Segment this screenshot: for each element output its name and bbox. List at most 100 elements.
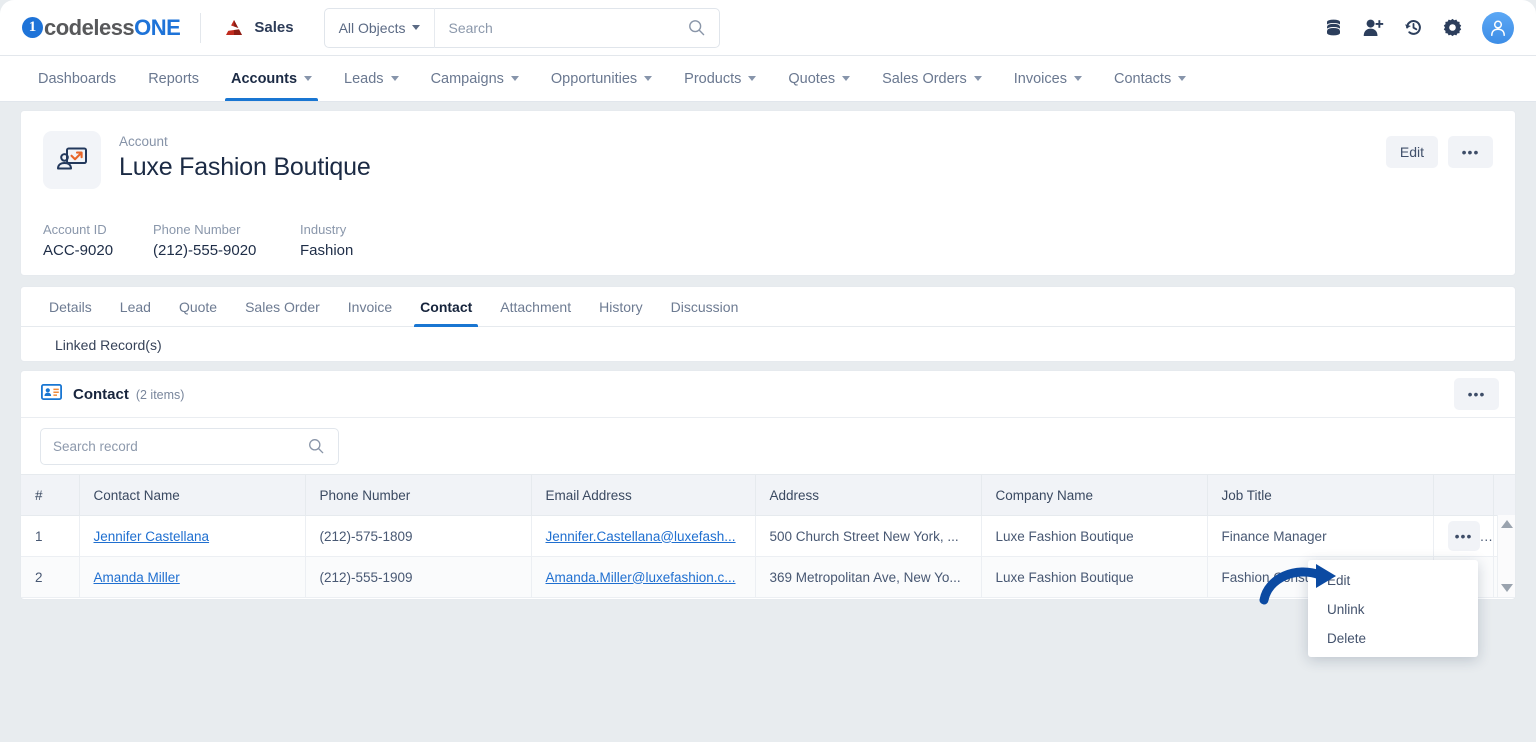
nav-item-contacts[interactable]: Contacts (1098, 56, 1202, 101)
tab-invoice[interactable]: Invoice (334, 287, 406, 326)
cell-company-name: Luxe Fashion Boutique (981, 556, 1208, 598)
chevron-down-icon (842, 76, 851, 81)
record-more-button[interactable]: ••• (1448, 136, 1493, 168)
email-address-link[interactable]: Amanda.Miller@luxefashion.c... (546, 570, 736, 585)
context-menu-item-edit[interactable]: Edit (1308, 566, 1478, 595)
column-header-phone-number[interactable]: Phone Number (305, 474, 532, 516)
tab-discussion[interactable]: Discussion (657, 287, 753, 326)
cell-job-title: Finance Manager (1207, 515, 1434, 557)
nav-item-campaigns[interactable]: Campaigns (415, 56, 535, 101)
scroll-up-arrow-icon[interactable] (1500, 520, 1513, 528)
column-header-contact-name[interactable]: Contact Name (79, 474, 306, 516)
column-header-scroll-pad (1493, 474, 1515, 516)
record-titles: Account Luxe Fashion Boutique (119, 131, 371, 182)
contact-panel-search-row (21, 418, 1515, 474)
contact-panel-more-button[interactable]: ••• (1454, 378, 1499, 410)
search-record-input[interactable] (41, 438, 308, 454)
tab-label: Invoice (347, 298, 393, 315)
table-vertical-scrollbar[interactable] (1497, 515, 1515, 597)
nav-item-accounts[interactable]: Accounts (215, 56, 328, 101)
tab-label: Details (49, 298, 92, 315)
brand-logo[interactable]: 1 codelessONE (0, 0, 200, 56)
table-row[interactable]: 2 Amanda Miller (212)-555-1909 Amanda.Mi… (21, 556, 1515, 598)
object-filter-select[interactable]: All Objects (325, 7, 436, 48)
tab-attachment[interactable]: Attachment (486, 287, 585, 326)
cell-phone-number: (212)-555-1909 (305, 556, 532, 598)
column-header-index[interactable]: # (21, 474, 80, 516)
global-search-bar: All Objects (323, 7, 720, 48)
brand-logo-text-b: ONE (134, 14, 181, 40)
nav-item-opportunities[interactable]: Opportunities (535, 56, 668, 101)
nav-item-label: Invoices (1013, 70, 1067, 87)
column-header-address[interactable]: Address (755, 474, 982, 516)
column-header-company-name[interactable]: Company Name (981, 474, 1208, 516)
field-label: Industry (300, 222, 347, 237)
nav-item-reports[interactable]: Reports (132, 56, 215, 101)
table-row[interactable]: 1 Jennifer Castellana (212)-575-1809 Jen… (21, 515, 1515, 557)
tab-details[interactable]: Details (35, 287, 106, 326)
tab-contact[interactable]: Contact (406, 287, 486, 327)
record-field-phone-number: Phone Number (212)-555-9020 (153, 222, 300, 259)
nav-item-quotes[interactable]: Quotes (772, 56, 866, 101)
context-menu-item-delete[interactable]: Delete (1308, 624, 1478, 653)
app-root: 1 codelessONE Sales All Objects Search D… (0, 0, 1536, 742)
contact-panel-item-count: (2 items) (135, 387, 185, 402)
tab-history[interactable]: History (585, 287, 657, 326)
cell-index: 2 (21, 556, 80, 598)
linked-records-label: Linked Record(s) (55, 336, 162, 353)
account-presentation-icon (43, 131, 101, 189)
brand-logo-text-a: codeless (44, 14, 135, 40)
nav-item-label: Quotes (788, 70, 836, 87)
gear-icon[interactable] (1443, 18, 1462, 37)
record-summary-fields: Account ID ACC-9020 Phone Number (212)-5… (43, 222, 1493, 259)
ellipsis-icon: ••• (1461, 144, 1480, 160)
user-avatar[interactable] (1482, 11, 1514, 44)
nav-item-label: Reports (148, 70, 199, 87)
nav-item-dashboards[interactable]: Dashboards (22, 56, 132, 101)
edit-button[interactable]: Edit (1385, 136, 1438, 168)
chevron-down-icon (1073, 76, 1082, 81)
app-switcher[interactable]: Sales (201, 0, 315, 56)
tab-quote[interactable]: Quote (165, 287, 231, 326)
field-value: ACC-9020 (43, 242, 114, 259)
row-actions-button[interactable]: ••• (1447, 521, 1480, 551)
database-icon[interactable] (1324, 18, 1343, 37)
cell-address: 500 Church Street New York, ... (755, 515, 982, 557)
context-menu-item-unlink[interactable]: Unlink (1308, 595, 1478, 624)
search-icon[interactable] (688, 19, 719, 36)
table-header-row: # Contact Name Phone Number Email Addres… (21, 474, 1515, 516)
search-icon[interactable] (308, 438, 338, 454)
nav-item-label: Dashboards (38, 70, 117, 87)
tab-label: Discussion (670, 298, 739, 315)
chevron-down-icon (390, 76, 399, 81)
email-address-link[interactable]: Jennifer.Castellana@luxefash... (546, 529, 736, 544)
record-header-top: Account Luxe Fashion Boutique Edit ••• (43, 131, 1493, 189)
nav-item-label: Opportunities (550, 70, 638, 87)
cell-index: 1 (21, 515, 80, 557)
record-type-label: Account (119, 134, 168, 149)
cell-address: 369 Metropolitan Ave, New Yo... (755, 556, 982, 598)
nav-item-invoices[interactable]: Invoices (998, 56, 1098, 101)
history-icon[interactable] (1404, 18, 1423, 37)
nav-item-products[interactable]: Products (668, 56, 772, 101)
tab-lead[interactable]: Lead (106, 287, 165, 326)
column-header-job-title[interactable]: Job Title (1207, 474, 1434, 516)
scroll-down-arrow-icon[interactable] (1500, 584, 1513, 592)
chevron-down-icon (973, 76, 982, 81)
tab-label: History (599, 298, 643, 315)
record-field-industry: Industry Fashion (300, 222, 440, 259)
nav-item-leads[interactable]: Leads (328, 56, 415, 101)
global-search-input[interactable] (435, 7, 688, 48)
nav-item-label: Sales Orders (882, 70, 967, 87)
tab-sales-order[interactable]: Sales Order (231, 287, 334, 326)
record-tabs-card: Details Lead Quote Sales Order Invoice C… (20, 286, 1516, 362)
contact-name-link[interactable]: Amanda Miller (94, 570, 180, 585)
contact-name-link[interactable]: Jennifer Castellana (94, 529, 210, 544)
column-header-actions (1433, 474, 1494, 516)
chevron-down-icon (644, 76, 653, 81)
column-header-email-address[interactable]: Email Address (531, 474, 756, 516)
nav-item-sales-orders[interactable]: Sales Orders (866, 56, 998, 101)
add-user-icon[interactable] (1363, 18, 1384, 37)
cell-phone-number: (212)-575-1809 (305, 515, 532, 557)
contact-panel-title: Contact (2 items) (73, 386, 184, 403)
